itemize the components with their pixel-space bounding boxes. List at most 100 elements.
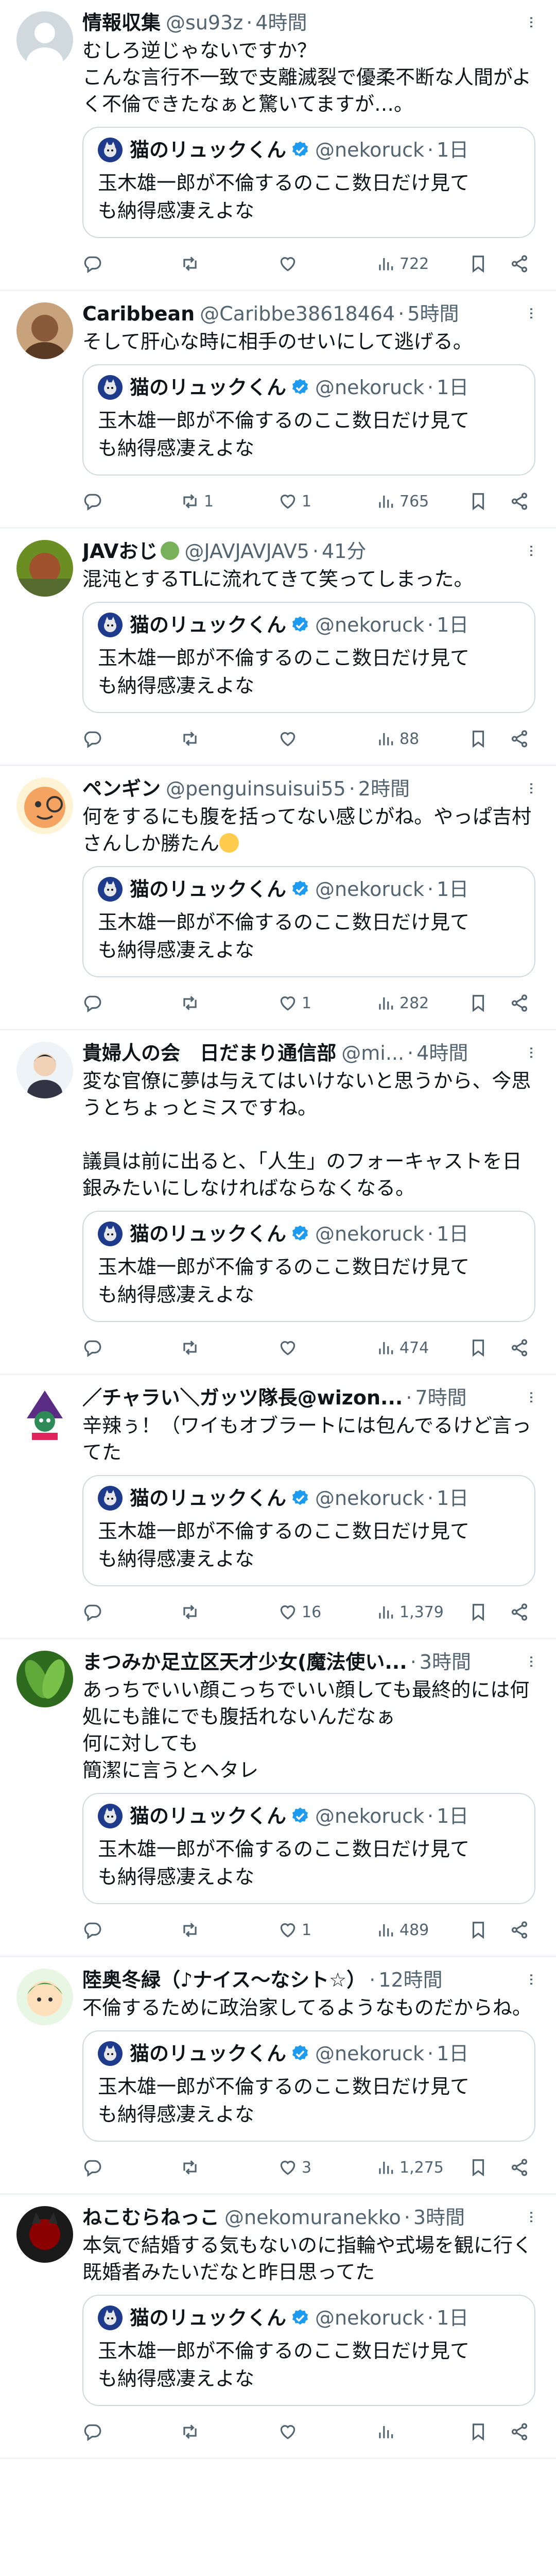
author-handle[interactable]: @su93z (166, 9, 243, 36)
bookmark-button[interactable] (468, 993, 510, 1013)
reply-tweet[interactable]: ··· まつみか足立区天才少女(魔法使い... · 3時間 あっちでいい顔こっち… (0, 1639, 556, 1957)
share-button[interactable] (510, 729, 535, 749)
more-dots-icon[interactable]: ··· (522, 1046, 541, 1059)
views-button[interactable]: 1,275 (376, 2158, 468, 2177)
views-button[interactable] (376, 2422, 468, 2442)
author-handle[interactable]: @nekomuranekko (224, 2204, 401, 2231)
reply-tweet[interactable]: ··· ねこむらねっこ @nekomuranekko · 3時間 本気で結婚する… (0, 2195, 556, 2459)
author-name[interactable]: まつみか足立区天才少女(魔法使い... (82, 1649, 407, 1675)
share-button[interactable] (510, 1920, 535, 1940)
views-button[interactable]: 765 (376, 492, 468, 511)
more-dots-icon[interactable]: ··· (522, 307, 541, 319)
reply-button[interactable] (82, 2422, 180, 2442)
bookmark-button[interactable] (468, 254, 510, 274)
quoted-tweet[interactable]: 猫のリュックくん @nekoruck · 1日 玉木雄一郎が不倫するのここ数日だ… (82, 2030, 535, 2142)
timestamp[interactable]: 41分 (322, 538, 366, 565)
like-button[interactable]: 1 (278, 993, 376, 1013)
more-dots-icon[interactable]: ··· (522, 1655, 541, 1668)
bookmark-button[interactable] (468, 2158, 510, 2177)
bookmark-button[interactable] (468, 1602, 510, 1622)
quoted-tweet[interactable]: 猫のリュックくん @nekoruck · 1日 玉木雄一郎が不倫するのここ数日だ… (82, 1793, 535, 1904)
more-dots-icon[interactable]: ··· (522, 1391, 541, 1403)
reply-button[interactable] (82, 1602, 180, 1622)
author-name[interactable]: 貴婦人の会 日だまり通信部 (82, 1040, 336, 1066)
like-button[interactable]: 1 (278, 492, 376, 511)
retweet-button[interactable] (180, 2422, 278, 2442)
author-handle[interactable]: @mi... (341, 1040, 404, 1066)
reply-button[interactable] (82, 729, 180, 749)
avatar[interactable] (16, 11, 73, 68)
timestamp[interactable]: 3時間 (413, 2204, 465, 2231)
like-button[interactable] (278, 2422, 376, 2442)
reply-tweet[interactable]: ··· 陸奥冬緑（♪ナイス〜なシト☆） · 12時間 不倫するために政治家してる… (0, 1957, 556, 2195)
reply-button[interactable] (82, 254, 180, 274)
quoted-tweet[interactable]: 猫のリュックくん @nekoruck · 1日 玉木雄一郎が不倫するのここ数日だ… (82, 1211, 535, 1322)
retweet-button[interactable] (180, 729, 278, 749)
avatar[interactable] (16, 540, 73, 597)
share-button[interactable] (510, 993, 535, 1013)
share-button[interactable] (510, 1338, 535, 1358)
reply-button[interactable] (82, 1338, 180, 1358)
reply-tweet[interactable]: ··· JAVおじ @JAVJAVJAV5 · 41分 混沌とするTLに流れてき… (0, 529, 556, 766)
share-button[interactable] (510, 1602, 535, 1622)
reply-button[interactable] (82, 492, 180, 511)
quoted-tweet[interactable]: 猫のリュックくん @nekoruck · 1日 玉木雄一郎が不倫するのここ数日だ… (82, 1475, 535, 1586)
author-name[interactable]: 情報収集 (82, 9, 161, 36)
share-button[interactable] (510, 254, 535, 274)
retweet-button[interactable] (180, 2158, 278, 2177)
avatar[interactable] (16, 1386, 73, 1443)
reply-tweet[interactable]: ··· ペンギン @penguinsuisui55 · 2時間 何をするにも腹を… (0, 766, 556, 1030)
share-button[interactable] (510, 2422, 535, 2442)
views-button[interactable]: 1,379 (376, 1602, 468, 1622)
quoted-tweet[interactable]: 猫のリュックくん @nekoruck · 1日 玉木雄一郎が不倫するのここ数日だ… (82, 2295, 535, 2406)
reply-button[interactable] (82, 1920, 180, 1940)
timestamp[interactable]: 4時間 (255, 9, 307, 36)
avatar[interactable] (16, 777, 73, 834)
reply-tweet[interactable]: ··· 情報収集 @su93z · 4時間 むしろ逆じゃないですか？ こんな言行… (0, 0, 556, 291)
author-name[interactable]: ペンギン (82, 775, 161, 802)
author-name[interactable]: 陸奥冬緑（♪ナイス〜なシト☆） (82, 1967, 366, 1993)
timestamp[interactable]: 2時間 (358, 775, 410, 802)
author-handle[interactable]: @penguinsuisui55 (166, 775, 346, 802)
author-name[interactable]: ／チャラい＼ガッツ隊長@wizon... (82, 1384, 403, 1411)
views-button[interactable]: 722 (376, 254, 468, 274)
reply-tweet[interactable]: ··· Caribbean @Caribbe38618464 · 5時間 そして… (0, 291, 556, 529)
timestamp[interactable]: 3時間 (420, 1649, 471, 1675)
author-name[interactable]: JAVおじ (82, 538, 180, 565)
like-button[interactable]: 3 (278, 2158, 376, 2177)
quoted-tweet[interactable]: 猫のリュックくん @nekoruck · 1日 玉木雄一郎が不倫するのここ数日だ… (82, 866, 535, 977)
views-button[interactable]: 474 (376, 1338, 468, 1358)
more-dots-icon[interactable]: ··· (522, 15, 541, 28)
like-button[interactable]: 16 (278, 1602, 376, 1622)
retweet-button[interactable] (180, 1338, 278, 1358)
views-button[interactable]: 282 (376, 993, 468, 1013)
share-button[interactable] (510, 492, 535, 511)
author-name[interactable]: Caribbean (82, 300, 195, 327)
quoted-tweet[interactable]: 猫のリュックくん @nekoruck · 1日 玉木雄一郎が不倫するのここ数日だ… (82, 602, 535, 713)
avatar[interactable] (16, 1651, 73, 1707)
retweet-button[interactable] (180, 254, 278, 274)
like-button[interactable] (278, 1338, 376, 1358)
more-dots-icon[interactable]: ··· (522, 782, 541, 794)
avatar[interactable] (16, 2206, 73, 2263)
reply-button[interactable] (82, 2158, 180, 2177)
bookmark-button[interactable] (468, 1338, 510, 1358)
more-dots-icon[interactable]: ··· (522, 1973, 541, 1986)
retweet-button[interactable] (180, 993, 278, 1013)
timestamp[interactable]: 5時間 (407, 300, 459, 327)
views-button[interactable]: 88 (376, 729, 468, 749)
timestamp[interactable]: 4時間 (416, 1040, 468, 1066)
share-button[interactable] (510, 2158, 535, 2177)
quoted-tweet[interactable]: 猫のリュックくん @nekoruck · 1日 玉木雄一郎が不倫するのここ数日だ… (82, 364, 535, 476)
like-button[interactable] (278, 729, 376, 749)
avatar[interactable] (16, 302, 73, 359)
reply-tweet[interactable]: ··· 貴婦人の会 日だまり通信部 @mi... · 4時間 変な官僚に夢は与え… (0, 1030, 556, 1375)
avatar[interactable] (16, 1042, 73, 1098)
avatar[interactable] (16, 1969, 73, 2025)
quoted-tweet[interactable]: 猫のリュックくん @nekoruck · 1日 玉木雄一郎が不倫するのここ数日だ… (82, 127, 535, 238)
like-button[interactable] (278, 254, 376, 274)
bookmark-button[interactable] (468, 729, 510, 749)
timestamp[interactable]: 12時間 (378, 1967, 442, 1993)
more-dots-icon[interactable]: ··· (522, 2210, 541, 2223)
like-button[interactable]: 1 (278, 1920, 376, 1940)
